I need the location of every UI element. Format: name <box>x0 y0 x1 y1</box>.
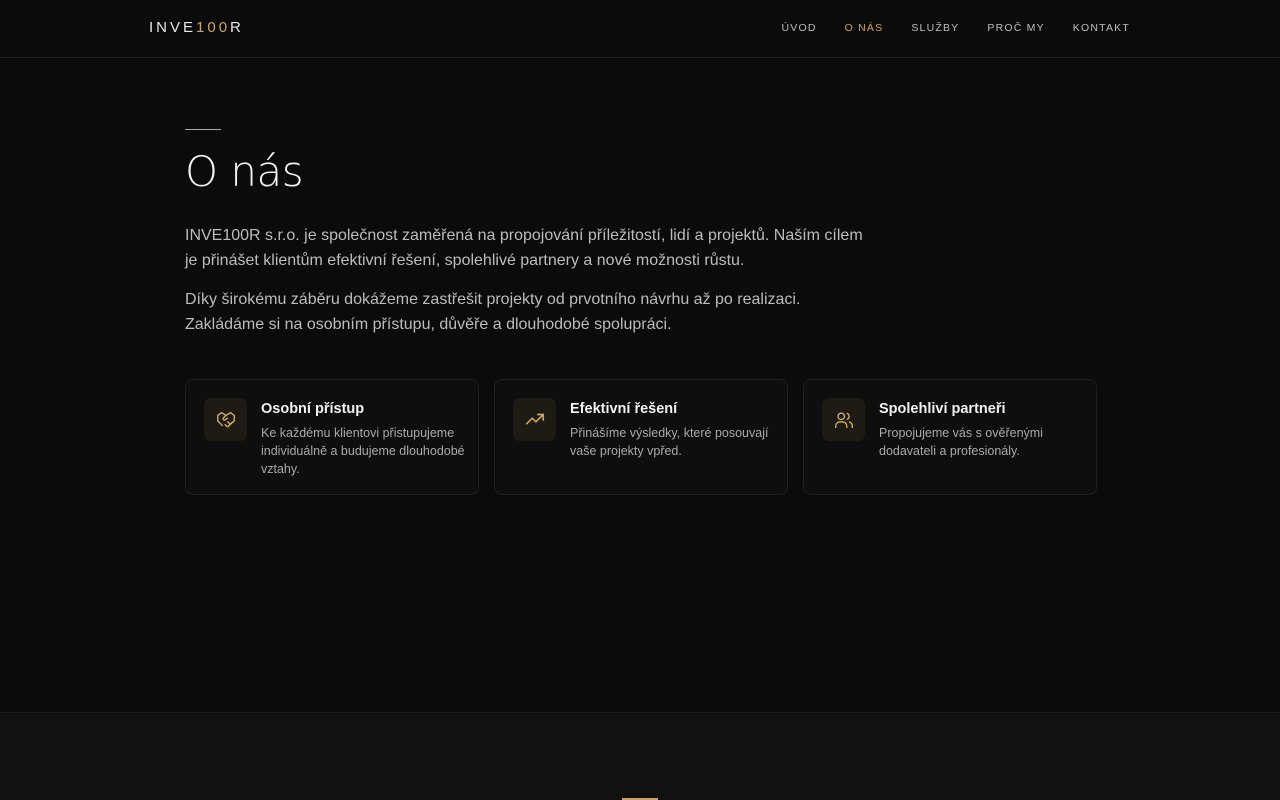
nav-link-uvod[interactable]: ÚVOD <box>782 22 817 34</box>
nav-link-sluzby[interactable]: SLUŽBY <box>911 22 959 34</box>
next-section <box>0 712 1280 800</box>
users-icon <box>822 398 865 441</box>
card-text: Propojujeme vás s ověřenými dodavateli a… <box>879 426 1043 458</box>
nav-link-proc-my[interactable]: PROČ MY <box>987 22 1044 34</box>
nav-link-o-nas[interactable]: O NÁS <box>845 22 884 34</box>
card-title: Efektivní řešení <box>570 401 678 417</box>
main-nav: ÚVOD O NÁS SLUŽBY PROČ MY KONTAKT <box>782 22 1131 34</box>
about-paragraph-2: Díky širokému záběru dokážeme zastřešit … <box>185 291 801 333</box>
card-title: Osobní přístup <box>261 401 365 417</box>
about-paragraph-1: INVE100R s.r.o. je společnost zaměřená n… <box>185 227 863 269</box>
page-title: O nás <box>185 147 304 196</box>
nav-link-kontakt[interactable]: KONTAKT <box>1073 22 1130 34</box>
handshake-icon <box>204 398 247 441</box>
logo-suffix: R <box>230 19 244 36</box>
card-text: Ke každému klientovi přistupujeme indivi… <box>261 426 465 476</box>
logo-prefix: INVE <box>149 19 197 36</box>
feature-card-partners: Spolehliví partneři Propojujeme vás s ov… <box>803 379 1097 495</box>
logo[interactable]: INVE100R <box>149 19 244 36</box>
title-accent-line <box>185 129 221 130</box>
feature-card-efficient: Efektivní řešení Přinášíme výsledky, kte… <box>494 379 788 495</box>
logo-accent: 100 <box>196 19 231 36</box>
feature-cards: Osobní přístup Ke každému klientovi přis… <box>185 379 1097 495</box>
about-section: O nás INVE100R s.r.o. je společnost zamě… <box>0 59 1280 713</box>
card-title: Spolehliví partneři <box>879 401 1006 417</box>
card-text: Přinášíme výsledky, které posouvají vaše… <box>570 426 769 458</box>
feature-card-personal: Osobní přístup Ke každému klientovi přis… <box>185 379 479 495</box>
navbar: INVE100R ÚVOD O NÁS SLUŽBY PROČ MY KONTA… <box>0 0 1280 58</box>
trending-up-icon <box>513 398 556 441</box>
